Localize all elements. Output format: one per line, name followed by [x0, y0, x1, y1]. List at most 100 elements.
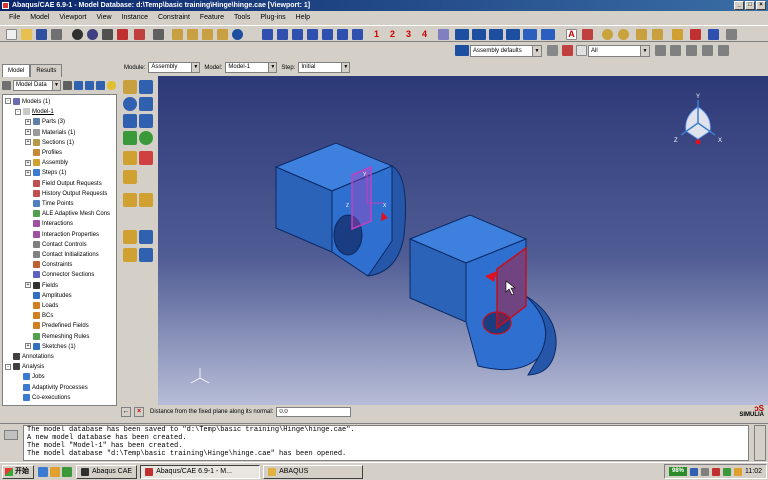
menu-file[interactable]: File: [4, 11, 25, 24]
maximize-button[interactable]: □: [745, 1, 755, 10]
tree-item[interactable]: Loads: [25, 301, 58, 311]
tree-item[interactable]: BCs: [25, 311, 53, 321]
task-abaqus-folder[interactable]: ABAQUS: [263, 464, 364, 479]
datum-csys-icon[interactable]: [307, 29, 318, 40]
dg-manager-icon[interactable]: [718, 45, 729, 56]
translate-tool[interactable]: [123, 97, 137, 111]
hidden-line-icon[interactable]: [472, 29, 486, 40]
parallel-face-tool[interactable]: [123, 131, 137, 145]
iso-view-icon[interactable]: [172, 29, 183, 40]
tree-item[interactable]: Constraints: [25, 260, 72, 270]
tree-item[interactable]: + Steps (1): [25, 168, 66, 178]
tree-expander-icon[interactable]: -: [5, 363, 11, 370]
cycle-views-icon[interactable]: [153, 29, 164, 40]
tree-item[interactable]: + Sections (1): [25, 138, 74, 148]
distance-input[interactable]: [276, 407, 352, 417]
tree-item[interactable]: Jobs: [15, 372, 45, 382]
tree-item[interactable]: Adaptivity Processes: [15, 383, 88, 393]
menu-plugins[interactable]: Plug-ins: [255, 11, 290, 24]
model-combo[interactable]: Model-1 ▼: [225, 62, 278, 73]
new-file-icon[interactable]: [6, 29, 17, 40]
view-cut-icon[interactable]: [337, 29, 348, 40]
task-abaqus-cae[interactable]: Abaqus CAE: [76, 464, 138, 479]
rotate-instance-tool[interactable]: [139, 97, 153, 111]
tree-item[interactable]: Connector Sections: [25, 270, 94, 280]
perspective-icon[interactable]: [523, 29, 537, 40]
display-group-icon[interactable]: [352, 29, 363, 40]
tree-collapse-icon[interactable]: [85, 81, 94, 90]
tree-item[interactable]: ALE Adaptive Mesh Cons: [25, 209, 110, 219]
tree-item[interactable]: + Fields: [25, 281, 58, 291]
prompt-cancel-button[interactable]: ×: [134, 407, 144, 417]
render-options-icon[interactable]: [547, 45, 558, 56]
color-code-3-icon[interactable]: [636, 29, 647, 40]
menu-constraint[interactable]: Constraint: [153, 11, 195, 24]
front-view-icon[interactable]: [187, 29, 198, 40]
tree-item[interactable]: Remeshing Rules: [25, 332, 89, 342]
step-combo[interactable]: Initial ▼: [298, 62, 351, 73]
text-annotation-icon[interactable]: A: [566, 29, 577, 40]
tree-item[interactable]: - Models (1): [5, 97, 50, 107]
reset-icon[interactable]: [726, 29, 737, 40]
render-style-icon[interactable]: [455, 45, 469, 56]
partition-edge-tool[interactable]: [139, 230, 153, 244]
tab-results[interactable]: Results: [30, 64, 63, 77]
menu-help[interactable]: Help: [291, 11, 315, 24]
viewport[interactable]: Y X Z Y X Z: [158, 76, 768, 405]
battery-indicator[interactable]: 98%: [668, 467, 687, 476]
menu-view[interactable]: View: [91, 11, 116, 24]
linear-pattern-tool[interactable]: [139, 80, 153, 94]
tree-expander-icon[interactable]: +: [25, 159, 31, 166]
box-zoom-icon[interactable]: [117, 29, 128, 40]
dg-remove-icon[interactable]: [670, 45, 681, 56]
module-combo[interactable]: Assembly ▼: [148, 62, 201, 73]
render-tools-icon[interactable]: [562, 45, 573, 56]
replace-icon[interactable]: [672, 29, 683, 40]
tree-item[interactable]: + Parts (3): [25, 117, 65, 127]
display-group-combo[interactable]: All ▼: [588, 45, 650, 57]
tray-ime-icon[interactable]: [734, 467, 742, 476]
tree-expander-icon[interactable]: -: [5, 98, 11, 105]
tree-item[interactable]: Amplitudes: [25, 291, 72, 301]
tree-tip-icon[interactable]: [107, 81, 116, 90]
shaded-icon[interactable]: [489, 29, 503, 40]
message-scrollbar[interactable]: [754, 425, 766, 461]
print-icon[interactable]: [51, 29, 62, 40]
viewport-4-button[interactable]: 4: [422, 29, 427, 39]
color-code-icon[interactable]: [602, 29, 613, 40]
tree-expander-icon[interactable]: +: [25, 343, 31, 350]
query-icon[interactable]: [232, 29, 243, 40]
tree-item[interactable]: Time Points: [25, 199, 73, 209]
rotate-icon[interactable]: [87, 29, 98, 40]
color-code-2-icon[interactable]: [618, 29, 629, 40]
tree-item[interactable]: - Model-1: [15, 107, 54, 117]
tree-item[interactable]: Predefined Fields: [25, 321, 89, 331]
viewport-2-button[interactable]: 2: [390, 29, 395, 39]
open-file-icon[interactable]: [21, 29, 32, 40]
tree-sort-icon[interactable]: [96, 81, 105, 90]
dg-add-icon[interactable]: [655, 45, 666, 56]
tray-security-icon[interactable]: [723, 467, 731, 476]
display-options-icon[interactable]: [708, 29, 719, 40]
tree-item[interactable]: History Output Requests: [25, 189, 107, 199]
tree-expander-icon[interactable]: -: [15, 108, 21, 115]
tree-item[interactable]: + Assembly: [25, 158, 68, 168]
minimize-button[interactable]: _: [734, 1, 744, 10]
save-icon[interactable]: [36, 29, 47, 40]
arrow-annotation-icon[interactable]: [582, 29, 593, 40]
partition-icon[interactable]: [322, 29, 333, 40]
zoom-icon[interactable]: [102, 29, 113, 40]
menu-tools[interactable]: Tools: [229, 11, 255, 24]
tree-filter-combo[interactable]: Model Data ▼: [13, 80, 61, 91]
tray-volume-icon[interactable]: [701, 467, 709, 476]
menu-viewport[interactable]: Viewport: [54, 11, 91, 24]
tray-network-icon[interactable]: [690, 467, 698, 476]
display-group-filter-icon[interactable]: [576, 45, 587, 56]
partition-face-tool[interactable]: [123, 230, 137, 244]
tree-item[interactable]: Interaction Properties: [25, 230, 99, 240]
tree-item[interactable]: + Materials (1): [25, 128, 75, 138]
datum-plane-tool[interactable]: [123, 193, 137, 207]
datum-plane-icon[interactable]: [292, 29, 303, 40]
hinge-part-1[interactable]: [274, 142, 406, 277]
tree-item[interactable]: Profiles: [25, 148, 62, 158]
